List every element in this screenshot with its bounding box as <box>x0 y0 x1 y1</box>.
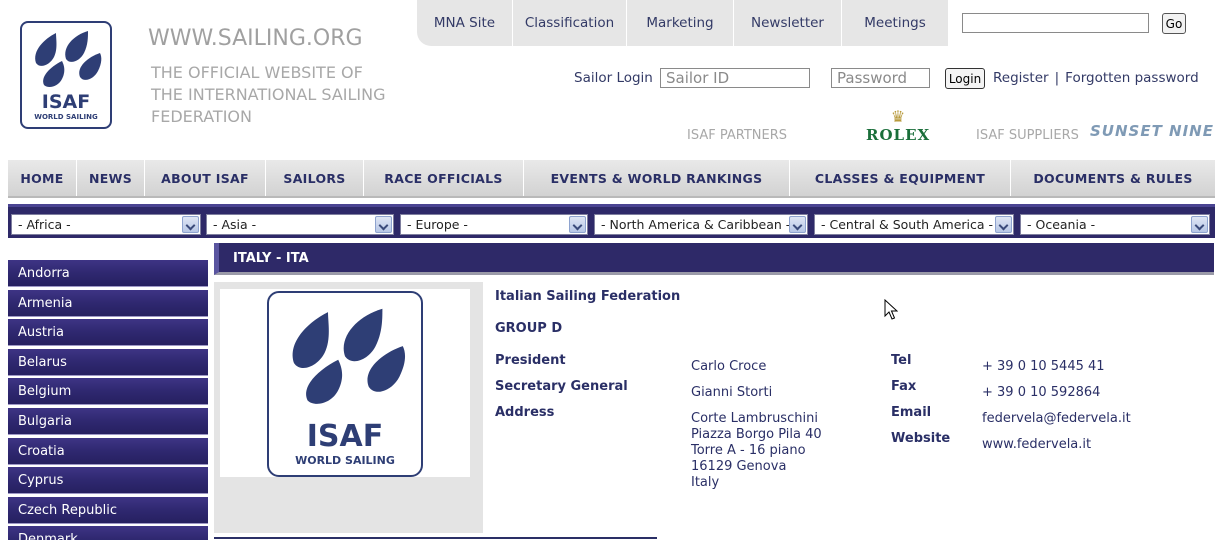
federation-logo-isaf-text: ISAF <box>306 419 384 454</box>
address-line: Torre A - 16 piano <box>691 443 806 458</box>
address-line: 16129 Genova <box>691 459 787 474</box>
sidebar-item-denmark[interactable]: Denmark <box>8 526 208 540</box>
region-north-america-label: - North America & Caribbean - <box>601 217 791 232</box>
sailor-login-label: Sailor Login <box>574 70 653 86</box>
nav-home[interactable]: HOME <box>8 160 77 196</box>
chevron-down-icon <box>789 216 806 233</box>
tel-label: Tel <box>891 353 912 368</box>
website-link[interactable]: www.federvela.it <box>982 437 1091 453</box>
federation-logo-panel: ISAF WORLD SAILING <box>214 282 483 533</box>
region-select-europe[interactable]: - Europe - <box>400 214 588 235</box>
sidebar-item-croatia[interactable]: Croatia <box>8 437 208 465</box>
region-oceania-label: - Oceania - <box>1027 217 1096 232</box>
main-nav: HOME NEWS ABOUT ISAF SAILORS RACE OFFICI… <box>8 160 1215 198</box>
sidebar-item-czech-republic[interactable]: Czech Republic <box>8 496 208 524</box>
nav-about-isaf[interactable]: ABOUT ISAF <box>145 160 266 196</box>
region-select-oceania[interactable]: - Oceania - <box>1020 214 1210 235</box>
top-tabs: MNA Site Classification Marketing Newsle… <box>417 0 948 46</box>
country-header: ITALY - ITA <box>214 243 1214 275</box>
region-select-south-america[interactable]: - Central & South America - <box>814 214 1014 235</box>
go-button[interactable]: Go <box>1162 13 1186 34</box>
chevron-down-icon <box>569 216 586 233</box>
nav-classes-equipment[interactable]: CLASSES & EQUIPMENT <box>790 160 1011 196</box>
sidebar-item-cyprus[interactable]: Cyprus <box>8 467 208 495</box>
nav-events-rankings[interactable]: EVENTS & WORLD RANKINGS <box>524 160 790 196</box>
login-links: Register | Forgotten password <box>993 70 1199 86</box>
region-asia-label: - Asia - <box>213 217 257 232</box>
tab-marketing[interactable]: Marketing <box>627 0 734 46</box>
sidebar-item-andorra[interactable]: Andorra <box>8 260 208 287</box>
sidebar-item-belarus[interactable]: Belarus <box>8 348 208 376</box>
isaf-logo[interactable]: ISAF WORLD SAILING <box>20 21 112 129</box>
fax-value: + 39 0 10 592864 <box>982 385 1101 400</box>
partners-label: ISAF PARTNERS <box>687 128 787 143</box>
logo-isaf-text: ISAF <box>41 91 91 113</box>
crown-icon: ♛ <box>890 107 906 126</box>
region-select-asia[interactable]: - Asia - <box>206 214 394 235</box>
sails-icon <box>292 308 406 404</box>
nav-sailors[interactable]: SAILORS <box>266 160 364 196</box>
nav-documents-rules[interactable]: DOCUMENTS & RULES <box>1011 160 1215 196</box>
federation-name: Italian Sailing Federation <box>495 289 681 304</box>
president-label: President <box>495 353 566 368</box>
chevron-down-icon <box>995 216 1012 233</box>
sails-icon <box>35 31 102 87</box>
federation-logo-ws-text: WORLD SAILING <box>295 454 395 467</box>
site-tagline: THE OFFICIAL WEBSITE OF THE INTERNATIONA… <box>151 63 386 126</box>
forgotten-password-link[interactable]: Forgotten password <box>1065 70 1199 86</box>
sidebar-item-belgium[interactable]: Belgium <box>8 378 208 406</box>
secretary-general-label: Secretary General <box>495 379 628 394</box>
president-value: Carlo Croce <box>691 359 767 374</box>
chevron-down-icon <box>1191 216 1208 233</box>
address-line: Corte Lambruschini <box>691 411 818 426</box>
fax-label: Fax <box>891 379 917 394</box>
content-divider <box>214 537 657 539</box>
tab-newsletter[interactable]: Newsletter <box>734 0 842 46</box>
rolex-text: ROLEX <box>866 126 931 144</box>
nav-race-officials[interactable]: RACE OFFICIALS <box>364 160 524 196</box>
logo-world-sailing-text: WORLD SAILING <box>34 113 98 121</box>
email-link[interactable]: federvela@federvela.it <box>982 411 1131 427</box>
region-select-africa[interactable]: - Africa - <box>11 214 201 235</box>
login-button[interactable]: Login <box>945 68 985 89</box>
search-input[interactable] <box>962 13 1149 33</box>
tab-classification[interactable]: Classification <box>513 0 627 46</box>
address-label: Address <box>495 405 555 420</box>
website-label: Website <box>891 431 951 446</box>
tab-mna-site[interactable]: MNA Site <box>417 0 513 46</box>
site-url: WWW.SAILING.ORG <box>148 26 363 51</box>
link-separator: | <box>1054 70 1060 86</box>
supplier-logo[interactable]: SUNSET NINE <box>1090 122 1214 140</box>
sidebar-item-austria[interactable]: Austria <box>8 319 208 347</box>
tel-value: + 39 0 10 5445 41 <box>982 359 1105 374</box>
sidebar-item-bulgaria[interactable]: Bulgaria <box>8 407 208 435</box>
secretary-general-value: Gianni Storti <box>691 385 773 400</box>
region-africa-label: - Africa - <box>18 217 71 232</box>
federation-logo-frame: ISAF WORLD SAILING <box>220 289 470 477</box>
address-line: Piazza Borgo Pila 40 <box>691 427 822 442</box>
register-link[interactable]: Register <box>993 70 1049 86</box>
federation-group: GROUP D <box>495 321 563 336</box>
suppliers-label: ISAF SUPPLIERS <box>976 128 1079 143</box>
rolex-logo[interactable]: ♛ ROLEX <box>866 107 931 145</box>
region-europe-label: - Europe - <box>407 217 468 232</box>
tab-meetings[interactable]: Meetings <box>842 0 948 46</box>
region-select-north-america[interactable]: - North America & Caribbean - <box>594 214 808 235</box>
region-bar: - Africa - - Asia - - Europe - - North A… <box>8 204 1215 238</box>
email-label: Email <box>891 405 932 420</box>
password-field[interactable]: Password <box>831 68 930 88</box>
country-sidebar: Andorra Armenia Austria Belarus Belgium … <box>8 260 208 540</box>
nav-news[interactable]: NEWS <box>77 160 145 196</box>
chevron-down-icon <box>182 216 199 233</box>
region-south-america-label: - Central & South America - <box>821 217 994 232</box>
mouse-cursor-icon <box>884 299 898 320</box>
federation-logo: ISAF WORLD SAILING <box>267 291 423 477</box>
address-line: Italy <box>691 475 720 490</box>
sidebar-item-armenia[interactable]: Armenia <box>8 289 208 317</box>
sailor-id-field[interactable]: Sailor ID <box>660 68 810 88</box>
chevron-down-icon <box>375 216 392 233</box>
